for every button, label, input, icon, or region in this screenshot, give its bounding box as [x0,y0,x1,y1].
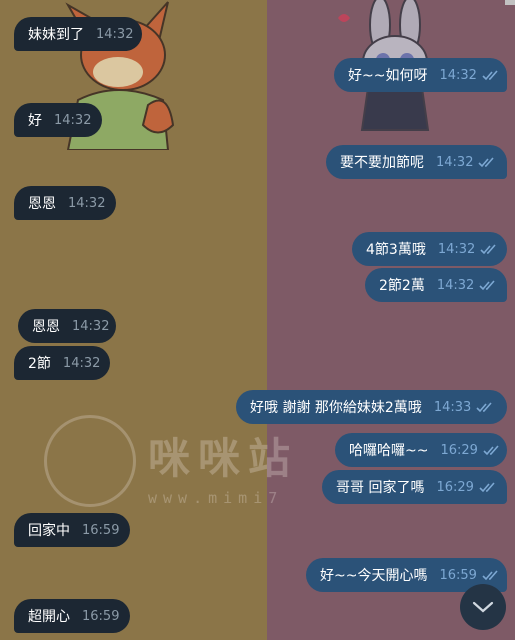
message-time: 16:59 [82,522,120,538]
top-edge-marker [505,0,515,5]
message-time: 16:29 [440,442,478,458]
message-text: 超開心 [28,609,70,625]
message-incoming[interactable]: 好 14:32 [14,103,102,137]
message-time: 14:32 [68,195,106,211]
message-outgoing[interactable]: 好~~如何呀 14:32 [334,58,507,92]
message-time: 14:32 [437,241,476,257]
double-check-icon [478,157,495,168]
message-text: 2節 [28,356,51,372]
message-time: 14:32 [54,112,92,128]
watermark-text: 咪咪站 [148,434,299,483]
message-outgoing[interactable]: 4節3萬哦 14:32 [352,232,507,266]
message-incoming[interactable]: 恩恩 14:32 [18,309,116,343]
chevron-down-icon [472,601,494,613]
message-time: 16:29 [436,479,474,495]
double-check-icon [480,244,496,255]
message-text: 2節2萬 [379,278,425,294]
message-text: 好哦 謝謝 那你給妹妹2萬哦 [250,400,422,416]
watermark-logo-icon [44,415,136,507]
message-outgoing[interactable]: 好哦 謝謝 那你給妹妹2萬哦 14:33 [236,390,507,424]
message-time: 14:33 [433,399,472,415]
message-time: 14:32 [436,154,474,170]
double-check-icon [482,70,498,81]
message-text: 哥哥 回家了嗎 [336,480,425,496]
message-incoming[interactable]: 超開心 16:59 [14,599,130,633]
message-time: 14:32 [439,67,477,83]
message-text: 妹妹到了 [28,27,84,43]
double-check-icon [479,280,495,291]
scroll-down-button[interactable] [460,584,506,630]
message-incoming[interactable]: 妹妹到了 14:32 [14,17,142,51]
message-text: 好~~今天開心嗎 [320,568,428,584]
message-text: 要不要加節呢 [340,155,424,171]
message-outgoing[interactable]: 哥哥 回家了嗎 16:29 [322,470,507,504]
message-outgoing[interactable]: 2節2萬 14:32 [365,268,507,302]
message-text: 回家中 [28,523,70,539]
message-text: 好~~如何呀 [348,68,428,84]
double-check-icon [476,402,492,413]
message-incoming[interactable]: 2節 14:32 [14,346,110,380]
message-time: 16:59 [439,567,477,583]
message-time: 14:32 [436,277,475,293]
message-outgoing[interactable]: 哈囉哈囉~~ 16:29 [335,433,507,467]
double-check-icon [482,570,498,581]
double-check-icon [483,445,499,456]
message-time: 16:59 [82,608,120,624]
message-text: 4節3萬哦 [366,242,426,258]
message-text: 好 [28,113,42,129]
message-time: 14:32 [62,355,101,371]
watermark-url: www.mimi7 [148,489,284,507]
message-time: 14:32 [96,26,134,42]
double-check-icon [479,482,495,493]
message-time: 14:32 [72,318,110,334]
message-incoming[interactable]: 恩恩 14:32 [14,186,116,220]
message-text: 哈囉哈囉~~ [349,443,429,459]
message-text: 恩恩 [28,196,56,212]
message-incoming[interactable]: 回家中 16:59 [14,513,130,547]
message-text: 恩恩 [32,319,60,335]
message-outgoing[interactable]: 要不要加節呢 14:32 [326,145,507,179]
